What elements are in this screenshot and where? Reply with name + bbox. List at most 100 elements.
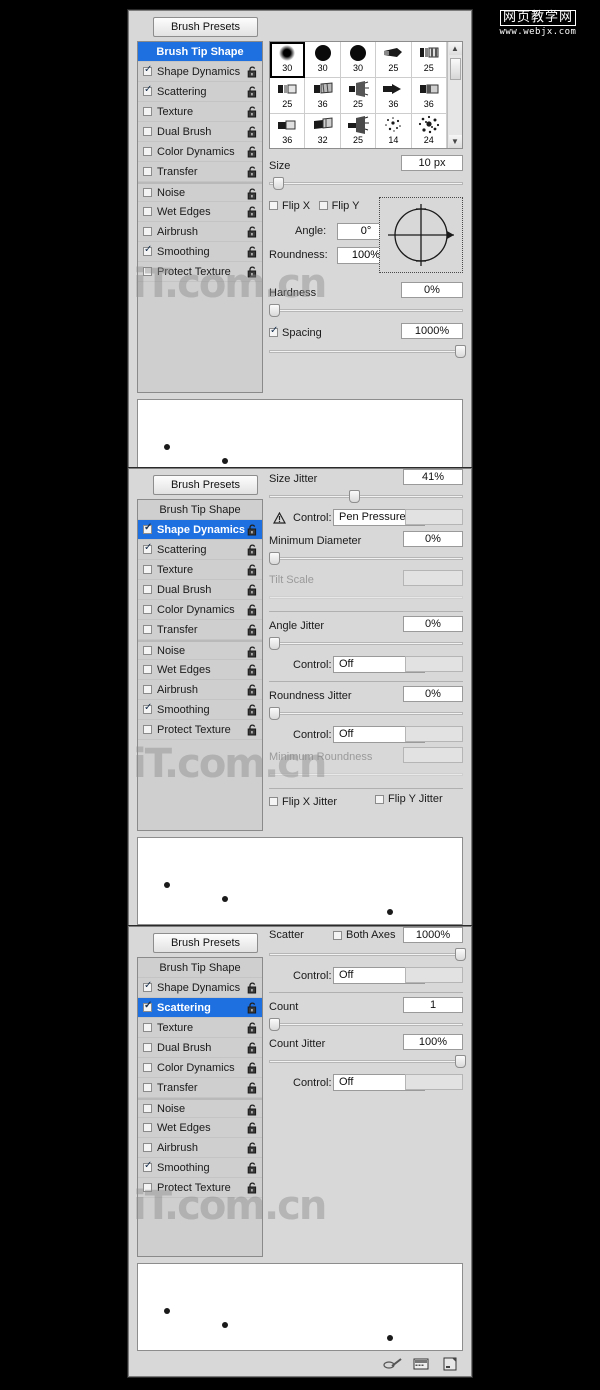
roundness-jitter-thumb[interactable]	[269, 707, 280, 720]
count-value[interactable]: 1	[403, 997, 463, 1013]
sidebar-checkbox[interactable]	[143, 1043, 152, 1052]
sidebar-item-brush-tip-shape[interactable]: Brush Tip Shape	[138, 958, 262, 978]
sidebar-item-wet-edges[interactable]: Wet Edges	[138, 1118, 262, 1138]
brush-grid-scrollbar[interactable]: ▲ ▼	[447, 42, 462, 148]
sidebar-checkbox[interactable]	[143, 127, 152, 136]
brush-preset-cell[interactable]: 14	[376, 114, 412, 148]
sidebar-item-brush-tip-shape[interactable]: Brush Tip Shape	[138, 500, 262, 520]
spacing-slider-thumb[interactable]	[455, 345, 467, 358]
minimum-diameter-thumb[interactable]	[269, 552, 280, 565]
sidebar-item-shape-dynamics[interactable]: Shape Dynamics	[138, 62, 262, 82]
sidebar-item-wet-edges[interactable]: Wet Edges	[138, 660, 262, 680]
lock-icon[interactable]	[247, 724, 258, 736]
count-slider[interactable]	[269, 1018, 463, 1031]
brush-presets-button-2[interactable]: Brush Presets	[153, 475, 258, 495]
count-jitter-slider[interactable]	[269, 1055, 467, 1068]
brush-preset-cell[interactable]: 36	[411, 78, 447, 114]
control-pen-pressure-extra[interactable]	[405, 509, 463, 525]
sidebar-checkbox[interactable]	[143, 84, 152, 96]
sidebar-item-shape-dynamics[interactable]: Shape Dynamics	[138, 978, 262, 998]
sidebar-checkbox[interactable]	[143, 64, 152, 76]
brush-preset-cell[interactable]: 36	[376, 78, 412, 114]
sidebar-checkbox[interactable]	[143, 1104, 152, 1113]
sidebar-item-airbrush[interactable]: Airbrush	[138, 680, 262, 700]
brush-presets-button[interactable]: Brush Presets	[153, 17, 258, 37]
sidebar-checkbox[interactable]	[143, 542, 152, 554]
sidebar-item-dual-brush[interactable]: Dual Brush	[138, 580, 262, 600]
sidebar-item-color-dynamics[interactable]: Color Dynamics	[138, 142, 262, 162]
hardness-slider[interactable]	[269, 304, 463, 317]
brush-preset-cell[interactable]: 25	[270, 78, 306, 114]
brush-preset-cell[interactable]: 36	[305, 78, 341, 114]
count-thumb[interactable]	[269, 1018, 280, 1031]
sidebar-item-smoothing[interactable]: Smoothing	[138, 1158, 262, 1178]
sidebar-checkbox[interactable]	[143, 702, 152, 714]
sidebar-item-noise[interactable]: Noise	[138, 640, 262, 660]
sidebar-checkbox[interactable]	[143, 605, 152, 614]
sidebar-item-transfer[interactable]: Transfer	[138, 1078, 262, 1098]
sidebar-item-texture[interactable]: Texture	[138, 560, 262, 580]
sidebar-item-dual-brush[interactable]: Dual Brush	[138, 1038, 262, 1058]
lock-icon[interactable]	[247, 584, 258, 596]
sidebar-checkbox[interactable]	[143, 1143, 152, 1152]
scatter-thumb[interactable]	[455, 948, 467, 961]
count-control-extra[interactable]	[405, 1074, 463, 1090]
brush-preset-cell[interactable]: 32	[305, 114, 341, 148]
sidebar-checkbox[interactable]	[143, 1183, 152, 1192]
brush-preset-cell[interactable]: 24	[412, 114, 447, 148]
lock-icon[interactable]	[247, 1122, 258, 1134]
toggle-preview-icon[interactable]	[413, 1357, 431, 1371]
roundness-jitter-track[interactable]	[269, 712, 463, 715]
spacing-slider[interactable]	[269, 345, 467, 358]
sidebar-checkbox[interactable]	[143, 1023, 152, 1032]
lock-icon[interactable]	[247, 1142, 258, 1154]
sidebar-checkbox[interactable]	[143, 207, 152, 216]
size-jitter-value[interactable]: 41%	[403, 469, 463, 485]
brush-panel-scattering[interactable]: Brush Presets Brush Tip Shape Shape Dynam…	[128, 926, 472, 1377]
sidebar-item-smoothing[interactable]: Smoothing	[138, 242, 262, 262]
lock-icon[interactable]	[247, 1104, 258, 1116]
flip-y-checkbox[interactable]: Flip Y	[318, 200, 360, 212]
scattering-settings[interactable]: Scatter Both Axes 1000% Control: Off Cou…	[269, 927, 467, 1257]
sidebar-checkbox[interactable]	[143, 1123, 152, 1132]
lock-icon[interactable]	[247, 982, 258, 994]
brush-preset-cell[interactable]: 30	[270, 42, 306, 78]
sidebar-item-shape-dynamics[interactable]: Shape Dynamics	[138, 520, 262, 540]
roundness-jitter-value[interactable]: 0%	[403, 686, 463, 702]
roundness-jitter-slider[interactable]	[269, 707, 463, 720]
flip-y-box[interactable]	[318, 201, 328, 210]
brush-preset-cell[interactable]: 25	[376, 42, 412, 78]
lock-icon[interactable]	[247, 86, 258, 98]
size-jitter-track[interactable]	[269, 495, 463, 498]
brush-preset-cell[interactable]: 25	[340, 78, 377, 114]
lock-icon[interactable]	[247, 106, 258, 118]
lock-icon[interactable]	[247, 266, 258, 278]
lock-icon[interactable]	[247, 166, 258, 178]
minimum-diameter-slider[interactable]	[269, 552, 463, 565]
sidebar-checkbox[interactable]	[143, 107, 152, 116]
size-slider[interactable]	[269, 177, 463, 190]
flip-x-jitter-checkbox[interactable]: Flip X Jitter	[269, 796, 337, 808]
sidebar-item-noise[interactable]: Noise	[138, 182, 262, 202]
sidebar-item-wet-edges[interactable]: Wet Edges	[138, 202, 262, 222]
sidebar-item-scattering[interactable]: Scattering	[138, 540, 262, 560]
sidebar-item-protect-texture[interactable]: Protect Texture	[138, 1178, 262, 1198]
sidebar-checkbox[interactable]	[143, 565, 152, 574]
sidebar-checkbox[interactable]	[143, 1083, 152, 1092]
sidebar-item-smoothing[interactable]: Smoothing	[138, 700, 262, 720]
shape-dynamics-settings[interactable]: Size Jitter 41% Control: Pen Pressure Mi…	[269, 469, 463, 831]
sidebar-item-color-dynamics[interactable]: Color Dynamics	[138, 1058, 262, 1078]
sidebar-item-protect-texture[interactable]: Protect Texture	[138, 262, 262, 282]
flip-x-checkbox[interactable]: Flip X	[269, 200, 310, 212]
angle-jitter-track[interactable]	[269, 642, 463, 645]
chevron-up-icon[interactable]: ▲	[448, 42, 462, 55]
lock-icon[interactable]	[247, 564, 258, 576]
flip-x-box[interactable]	[269, 201, 278, 210]
brush-preset-cell[interactable]: 25	[341, 114, 377, 148]
sidebar-item-dual-brush[interactable]: Dual Brush	[138, 122, 262, 142]
sidebar-checkbox[interactable]	[143, 227, 152, 236]
roundness-control-extra[interactable]	[405, 726, 463, 742]
brush-options-list-1[interactable]: Brush Tip Shape Shape Dynamics Scattering T…	[137, 41, 263, 393]
lock-icon[interactable]	[247, 704, 258, 716]
scatter-value[interactable]: 1000%	[403, 927, 463, 943]
